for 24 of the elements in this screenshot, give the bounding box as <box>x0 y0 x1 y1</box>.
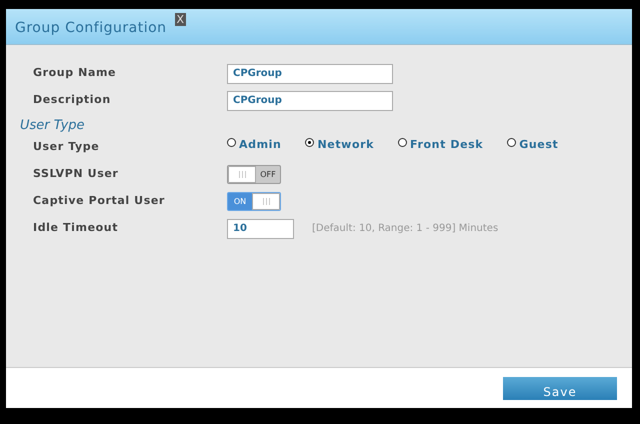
save-button[interactable]: Save <box>503 376 617 400</box>
dialog-title: Group Configuration <box>15 19 167 38</box>
radio-icon[interactable] <box>398 138 408 147</box>
section-heading: User Type <box>19 117 86 134</box>
field-label: Captive Portal User <box>32 193 166 210</box>
radio-option[interactable]: Network <box>305 137 374 154</box>
field-label: Description <box>32 92 112 108</box>
radio-icon[interactable] <box>507 138 516 147</box>
input-field[interactable]: CPGroup <box>227 64 393 84</box>
field-label: SSLVPN User <box>32 166 120 182</box>
radio-option[interactable]: Admin <box>227 137 282 154</box>
radio-option[interactable]: Front Desk <box>398 137 484 154</box>
input-field[interactable]: 10 <box>227 218 294 238</box>
radio-option[interactable]: Guest <box>507 137 558 154</box>
close-button[interactable]: X <box>174 13 186 26</box>
field-label: Group Name <box>32 65 118 82</box>
input-field[interactable]: CPGroup <box>227 90 393 110</box>
field-label: Idle Timeout <box>32 220 120 236</box>
toggle-switch[interactable]: ON <box>227 192 281 211</box>
toggle-switch[interactable]: OFF <box>227 165 281 184</box>
radio-icon[interactable] <box>227 138 236 147</box>
radio-icon[interactable] <box>305 138 314 147</box>
hint-text: [Default: 10, Range: 1 - 999] Minutes <box>312 222 498 236</box>
field-label: User Type <box>32 139 100 156</box>
